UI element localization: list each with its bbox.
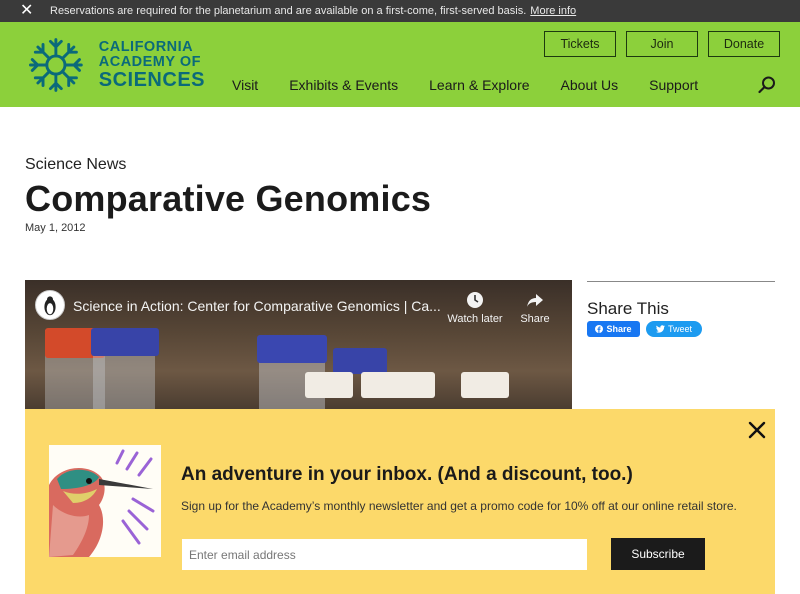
donate-button[interactable]: Donate [708,31,780,57]
video-title[interactable]: Science in Action: Center for Comparativ… [73,298,443,314]
main-nav: Visit Exhibits & Events Learn & Explore … [232,77,729,93]
alert-more-info-link[interactable]: More info [530,5,576,17]
video-player[interactable]: Science in Action: Center for Comparativ… [25,280,572,410]
twitter-bird-icon [655,325,665,333]
nav-item-learn-explore[interactable]: Learn & Explore [429,77,529,93]
site-logo[interactable]: CALIFORNIA ACADEMY OF SCIENCES [25,30,205,100]
channel-avatar[interactable] [35,290,65,320]
join-button[interactable]: Join [626,31,698,57]
video-blue-cap [257,335,327,363]
newsletter-heading: An adventure in your inbox. (And a disco… [181,464,633,485]
email-input[interactable] [182,539,587,570]
search-icon[interactable] [758,76,776,94]
subscribe-button[interactable]: Subscribe [611,538,705,570]
site-header: CALIFORNIA ACADEMY OF SCIENCES Tickets J… [0,22,800,107]
facebook-share-button[interactable]: Share [587,321,640,337]
video-blue-cap [91,328,159,356]
alert-close-icon[interactable]: ✕ [20,0,42,22]
video-bottle [93,350,155,410]
penguin-icon [44,296,56,316]
utility-nav: Tickets Join Donate [544,31,780,57]
newsletter-modal: An adventure in your inbox. (And a disco… [25,409,775,594]
alert-message: Reservations are required for the planet… [50,5,527,17]
alert-bar: ✕ Reservations are required for the plan… [0,0,800,22]
page-title: Comparative Genomics [25,178,432,219]
newsletter-subtext: Sign up for the Academy’s monthly newsle… [181,499,737,513]
video-share-button[interactable]: Share [515,290,555,325]
facebook-share-label: Share [606,324,632,334]
twitter-tweet-label: Tweet [667,324,692,334]
article-kicker[interactable]: Science News [25,156,126,174]
academy-logo-icon [28,38,83,92]
logo-wordmark: CALIFORNIA ACADEMY OF SCIENCES [99,40,205,90]
video-white-cap [387,372,435,398]
video-share-label: Share [520,313,550,325]
clock-icon [467,292,483,308]
watch-later-button[interactable]: Watch later [445,290,505,325]
facebook-icon [595,325,604,333]
bee-eater-bird-icon [49,449,155,557]
bird-illustration [49,445,161,557]
video-white-cap [461,372,509,398]
logo-line-1: CALIFORNIA [98,39,194,55]
video-white-cap [305,372,353,398]
logo-line-3: SCIENCES [98,69,205,91]
share-divider [587,281,775,282]
nav-item-about-us[interactable]: About Us [561,77,619,93]
close-icon[interactable] [746,419,768,441]
nav-item-support[interactable]: Support [649,77,698,93]
share-title: Share This [587,299,669,318]
tickets-button[interactable]: Tickets [544,31,616,57]
nav-item-exhibits-events[interactable]: Exhibits & Events [289,77,398,93]
article-date: May 1, 2012 [25,222,86,234]
watch-later-label: Watch later [447,313,503,325]
nav-item-visit[interactable]: Visit [232,77,258,93]
share-arrow-icon [527,294,543,307]
video-blue-cap [333,348,387,374]
logo-line-2: ACADEMY OF [98,53,201,70]
twitter-tweet-button[interactable]: Tweet [646,321,702,337]
